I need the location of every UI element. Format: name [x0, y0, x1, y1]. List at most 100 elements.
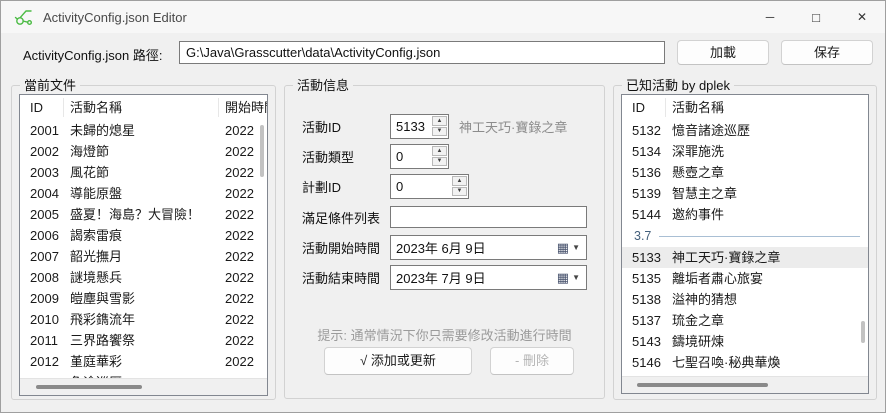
spin-down-icon[interactable]: ▼	[432, 157, 447, 167]
hint-text: 提示: 通常情況下你只需要修改活動進行時間	[285, 325, 604, 344]
start-time-picker[interactable]: 2023年 6月 9日 ▦ ▼	[390, 235, 587, 260]
schedule-id-value[interactable]: 0	[391, 175, 451, 198]
table-row[interactable]: 5136懸壺之章	[622, 162, 868, 183]
cell-start: 2022	[219, 288, 267, 309]
activity-type-value[interactable]: 0	[391, 145, 431, 168]
cell-id: 5138	[622, 289, 666, 310]
dropdown-arrow-icon[interactable]: ▼	[572, 273, 580, 282]
cell-id: 5136	[622, 162, 666, 183]
vertical-scrollbar-thumb[interactable]	[260, 125, 264, 177]
table-row[interactable]: 5138溢神的猜想	[622, 289, 868, 310]
cell-start: 2022	[219, 183, 267, 204]
table-row[interactable]: 5146七聖召喚·秘典華煥	[622, 352, 868, 373]
current-file-table[interactable]: ID 活動名稱 開始時間 2001未歸的熄星20222002海燈節2022200…	[19, 94, 268, 396]
path-label: ActivityConfig.json 路徑:	[23, 45, 162, 64]
table-row[interactable]: 2004導能原盤2022	[20, 183, 267, 204]
horizontal-scrollbar-thumb[interactable]	[36, 385, 142, 389]
table-row[interactable]: 2010飛彩鐫流年2022	[20, 309, 267, 330]
spin-up-icon[interactable]: ▲	[432, 146, 447, 156]
current-file-group: 當前文件 ID 活動名稱 開始時間 2001未歸的熄星20222002海燈節20…	[11, 85, 276, 400]
cell-id: 5137	[622, 310, 666, 331]
known-activities-table[interactable]: ID 活動名稱 5132憶音諸途巡歷5134深罪施洗5136懸壺之章5139智慧…	[621, 94, 869, 394]
delete-button[interactable]: - 刪除	[490, 347, 574, 375]
table-row[interactable]: 2007韶光撫月2022	[20, 246, 267, 267]
table-row[interactable]: 2006謁索雷痕2022	[20, 225, 267, 246]
start-time-label: 活動開始時間	[302, 238, 390, 257]
cell-id: 2004	[20, 183, 64, 204]
add-or-update-button[interactable]: √ 添加或更新	[324, 347, 472, 375]
table-row[interactable]: 5133神工天巧·寶錄之章	[622, 247, 868, 268]
save-button[interactable]: 保存	[781, 40, 873, 65]
spin-down-icon[interactable]: ▼	[452, 187, 467, 197]
title-bar: ActivityConfig.json Editor ─ □ ✕	[1, 1, 885, 33]
table-row[interactable]: 2009皚塵與雪影2022	[20, 288, 267, 309]
column-header-id[interactable]: ID	[20, 98, 64, 117]
app-window: ActivityConfig.json Editor ─ □ ✕ Activit…	[0, 0, 886, 413]
table-row[interactable]: 5134深罪施洗	[622, 141, 868, 162]
cell-start: 2022	[219, 351, 267, 372]
spin-up-icon[interactable]: ▲	[432, 116, 447, 126]
condition-list-input[interactable]	[390, 206, 587, 228]
table-header: ID 活動名稱	[622, 95, 868, 120]
table-row[interactable]: 2011三界路饗祭2022	[20, 330, 267, 351]
cell-id: 5132	[622, 120, 666, 141]
maximize-button[interactable]: □	[793, 1, 839, 33]
end-time-value[interactable]: 2023年 7月 9日	[391, 268, 557, 287]
cell-name: 離垢者肅心旅宴	[666, 268, 868, 289]
cell-start: 2022	[219, 225, 267, 246]
table-row[interactable]: 2008謎境懸兵2022	[20, 267, 267, 288]
table-row[interactable]: 5143鑄境研煉	[622, 331, 868, 352]
cell-name: 智慧主之章	[666, 183, 868, 204]
table-row[interactable]: 2003風花節2022	[20, 162, 267, 183]
dropdown-arrow-icon[interactable]: ▼	[572, 243, 580, 252]
cell-start: 2022	[219, 267, 267, 288]
vertical-scrollbar-thumb[interactable]	[861, 321, 865, 343]
horizontal-scrollbar-thumb[interactable]	[637, 383, 768, 387]
horizontal-scrollbar[interactable]	[20, 378, 267, 395]
cell-id: 2003	[20, 162, 64, 183]
table-row[interactable]: 2012堇庭華彩2022	[20, 351, 267, 372]
cell-name: 導能原盤	[64, 183, 219, 204]
path-input[interactable]	[179, 41, 665, 64]
activity-id-spinner[interactable]: 5133 ▲▼	[390, 114, 449, 139]
spin-up-icon[interactable]: ▲	[452, 176, 467, 186]
spin-down-icon[interactable]: ▼	[432, 127, 447, 137]
separator-line	[659, 236, 860, 237]
table-row[interactable]: 5144邀約事件	[622, 204, 868, 225]
minimize-button[interactable]: ─	[747, 1, 793, 33]
close-button[interactable]: ✕	[839, 1, 885, 33]
cell-name: 堇庭華彩	[64, 351, 219, 372]
table-row[interactable]: 2001未歸的熄星2022	[20, 120, 267, 141]
table-row[interactable]: 2005盛夏！海島？大冒險！2022	[20, 204, 267, 225]
cell-name: 溢神的猜想	[666, 289, 868, 310]
cell-id: 5143	[622, 331, 666, 352]
table-row[interactable]: 5135離垢者肅心旅宴	[622, 268, 868, 289]
cell-start: 2022	[219, 204, 267, 225]
table-row[interactable]: 2002海燈節2022	[20, 141, 267, 162]
column-header-name[interactable]: 活動名稱	[64, 98, 219, 117]
column-header-id[interactable]: ID	[622, 98, 666, 117]
table-row[interactable]: 5137琉金之章	[622, 310, 868, 331]
cell-name: 琉金之章	[666, 310, 868, 331]
cell-name: 深罪施洗	[666, 141, 868, 162]
activity-info-title: 活動信息	[293, 78, 353, 93]
horizontal-scrollbar[interactable]	[622, 376, 868, 393]
cell-start: 2022	[219, 246, 267, 267]
table-row[interactable]: 5132憶音諸途巡歷	[622, 120, 868, 141]
activity-id-value[interactable]: 5133	[391, 115, 431, 138]
load-button[interactable]: 加載	[677, 40, 769, 65]
activity-type-spinner[interactable]: 0 ▲▼	[390, 144, 449, 169]
cell-id: 2012	[20, 351, 64, 372]
start-time-value[interactable]: 2023年 6月 9日	[391, 238, 557, 257]
column-header-name[interactable]: 活動名稱	[666, 98, 868, 117]
column-header-start[interactable]: 開始時間	[219, 98, 267, 117]
schedule-id-spinner[interactable]: 0 ▲▼	[390, 174, 469, 199]
cell-name: 邀約事件	[666, 204, 868, 225]
current-file-title: 當前文件	[20, 78, 80, 93]
table-row[interactable]: 5139智慧主之章	[622, 183, 868, 204]
cell-name: 神工天巧·寶錄之章	[666, 247, 868, 268]
known-activities-title: 已知活動 by dplek	[622, 78, 734, 93]
cell-name: 風花節	[64, 162, 219, 183]
cell-name: 韶光撫月	[64, 246, 219, 267]
end-time-picker[interactable]: 2023年 7月 9日 ▦ ▼	[390, 265, 587, 290]
